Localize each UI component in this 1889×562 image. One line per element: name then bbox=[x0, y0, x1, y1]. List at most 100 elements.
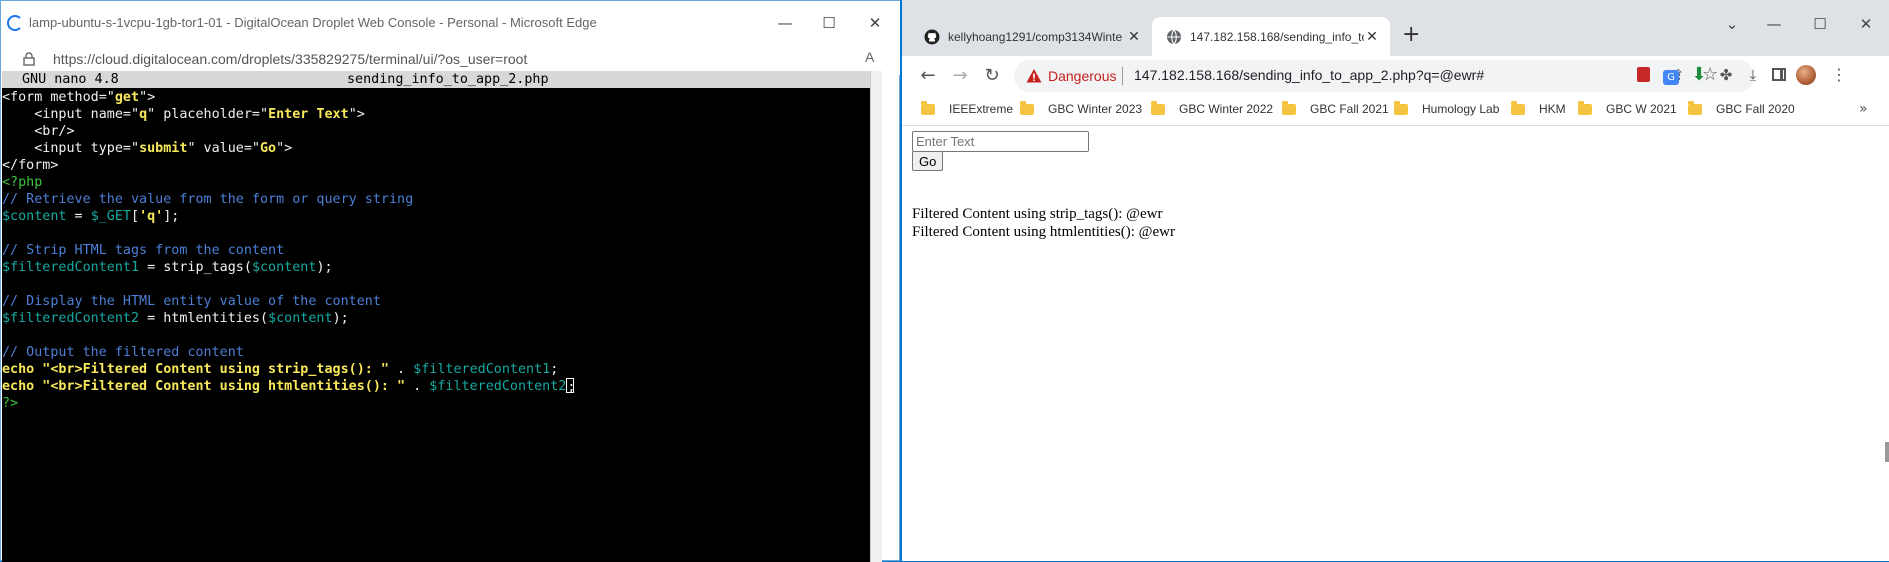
tab-strip: kellyhoang1291/comp3134Winte ✕ 147.182.1… bbox=[902, 0, 1889, 56]
code-token: $content bbox=[268, 311, 333, 326]
code-token: // Retrieve the value from the form or q… bbox=[2, 192, 414, 207]
close-button[interactable]: ✕ bbox=[863, 11, 887, 35]
bookmark-item[interactable]: Humology Lab bbox=[1394, 100, 1499, 116]
code-token: $filteredContent2 bbox=[2, 311, 140, 326]
code-token: $filteredContent1 bbox=[413, 362, 551, 377]
side-panel-icon[interactable] bbox=[1768, 64, 1790, 86]
extension-red-icon[interactable] bbox=[1632, 64, 1654, 86]
code-token: "> bbox=[139, 90, 156, 105]
loading-icon bbox=[7, 15, 23, 31]
minimize-button[interactable]: — bbox=[773, 11, 797, 35]
forward-button[interactable]: → bbox=[948, 64, 972, 88]
bookmark-item[interactable]: IEEExtreme bbox=[921, 100, 1013, 116]
minimize-button[interactable]: — bbox=[1762, 12, 1786, 36]
code-token: $content bbox=[2, 209, 67, 224]
avatar[interactable] bbox=[1795, 64, 1817, 86]
folder-icon bbox=[1511, 100, 1525, 115]
edge-url[interactable]: https://cloud.digitalocean.com/droplets/… bbox=[53, 51, 527, 67]
page-scrollbar[interactable] bbox=[1883, 127, 1889, 561]
tab-active[interactable]: 147.182.158.168/sending_info_to ✕ bbox=[1152, 17, 1390, 56]
code-token: . bbox=[405, 379, 430, 394]
bookmark-item[interactable]: HKM bbox=[1511, 100, 1566, 116]
search-input[interactable] bbox=[912, 131, 1089, 152]
code-token: "> bbox=[276, 141, 293, 156]
code-token: $filteredContent1 bbox=[2, 260, 140, 275]
back-button[interactable]: ← bbox=[916, 64, 940, 88]
bookmark-item[interactable]: GBC Fall 2020 bbox=[1688, 100, 1795, 116]
menu-icon[interactable]: ⋮ bbox=[1828, 64, 1850, 86]
code-line: // Output the filtered content bbox=[2, 344, 882, 361]
code-token: [ bbox=[131, 209, 140, 224]
bookmark-item[interactable]: GBC Winter 2023 bbox=[1020, 100, 1142, 116]
go-button[interactable]: Go bbox=[912, 151, 944, 171]
code-token: ]; bbox=[163, 209, 180, 224]
bookmarks-bar: IEEExtreme GBC Winter 2023 GBC Winter 20… bbox=[902, 96, 1889, 126]
code-token: 'q' bbox=[139, 209, 164, 224]
close-tab-icon[interactable]: ✕ bbox=[1126, 28, 1142, 45]
maximize-button[interactable]: ☐ bbox=[1808, 12, 1832, 36]
code-editor[interactable]: <form method="get"> <input name="q" plac… bbox=[2, 88, 882, 412]
downloads-icon[interactable]: ⤓ bbox=[1742, 64, 1764, 86]
chrome-url[interactable]: 147.182.158.168/sending_info_to_app_2.ph… bbox=[1134, 67, 1484, 83]
code-line: echo "<br>Filtered Content using htmlent… bbox=[2, 378, 882, 395]
omnibox-separator bbox=[1122, 67, 1123, 85]
close-button[interactable]: ✕ bbox=[1854, 12, 1878, 36]
output-strip-tags: Filtered Content using strip_tags(): @ew… bbox=[912, 206, 1163, 222]
code-line: $content = $_GET['q']; bbox=[2, 208, 882, 225]
terminal[interactable]: GNU nano 4.8 sending_info_to_app_2.php <… bbox=[2, 71, 882, 562]
folder-icon bbox=[1282, 100, 1296, 115]
output-htmlentities: Filtered Content using htmlentities(): @… bbox=[912, 224, 1175, 240]
code-line: <form method="get"> bbox=[2, 89, 882, 106]
code-line: ?> bbox=[2, 395, 882, 412]
new-tab-button[interactable]: + bbox=[1402, 22, 1420, 47]
code-token: q bbox=[139, 107, 148, 122]
nano-header: GNU nano 4.8 sending_info_to_app_2.php bbox=[2, 71, 882, 88]
extensions-puzzle-icon[interactable]: ✤ bbox=[1715, 64, 1737, 86]
reload-button[interactable]: ↻ bbox=[980, 64, 1004, 88]
terminal-scrollbar[interactable] bbox=[870, 71, 882, 562]
code-token: = strip_tags( bbox=[139, 260, 252, 275]
code-line: // Retrieve the value from the form or q… bbox=[2, 191, 882, 208]
code-line: // Strip HTML tags from the content bbox=[2, 242, 882, 259]
nano-filename: sending_info_to_app_2.php bbox=[347, 72, 549, 87]
warning-icon bbox=[1026, 69, 1042, 83]
code-token: ); bbox=[316, 260, 333, 275]
folder-icon bbox=[1578, 100, 1592, 115]
code-token: // Display the HTML entity value of the … bbox=[2, 294, 381, 309]
security-status[interactable]: Dangerous bbox=[1048, 68, 1117, 84]
output-text: Filtered Content using strip_tags(): @ew… bbox=[912, 205, 1175, 241]
code-token: get bbox=[114, 90, 140, 105]
bookmark-item[interactable]: GBC Winter 2022 bbox=[1151, 100, 1273, 116]
code-token: = bbox=[66, 209, 91, 224]
text-cursor: ; bbox=[566, 378, 576, 395]
tab-github[interactable]: kellyhoang1291/comp3134Winte ✕ bbox=[910, 17, 1152, 56]
folder-icon bbox=[1688, 100, 1702, 115]
code-token: <?php bbox=[2, 175, 43, 190]
lock-icon bbox=[23, 52, 35, 66]
edge-window: lamp-ubuntu-s-1vcpu-1gb-tor1-01 - Digita… bbox=[0, 0, 901, 562]
read-aloud-icon[interactable]: A bbox=[865, 49, 874, 65]
code-token: . bbox=[388, 362, 414, 377]
code-line: $filteredContent2 = htmlentities($conten… bbox=[2, 310, 882, 327]
nano-version: GNU nano 4.8 bbox=[22, 72, 119, 87]
bookmark-item[interactable]: GBC Fall 2021 bbox=[1282, 100, 1389, 116]
maximize-button[interactable]: ☐ bbox=[817, 11, 841, 35]
bookmarks-overflow-button[interactable]: » bbox=[1859, 101, 1868, 117]
code-token: $filteredContent2 bbox=[429, 379, 567, 394]
bookmark-item[interactable]: GBC W 2021 bbox=[1578, 100, 1677, 116]
translate-icon[interactable]: G bbox=[1660, 64, 1682, 86]
code-token: " value=" bbox=[187, 141, 260, 156]
code-line: $filteredContent1 = strip_tags($content)… bbox=[2, 259, 882, 276]
code-token: echo "<br>Filtered Content using htmlent… bbox=[2, 379, 406, 394]
code-token: // Output the filtered content bbox=[2, 345, 244, 360]
tab-search-icon[interactable]: ⌄ bbox=[1720, 12, 1744, 36]
download-green-icon[interactable]: ⬇ bbox=[1688, 64, 1710, 86]
code-token: " placeholder=" bbox=[147, 107, 269, 122]
tab-label: kellyhoang1291/comp3134Winte bbox=[948, 29, 1123, 44]
code-token: ; bbox=[550, 362, 559, 377]
scrollbar-thumb[interactable] bbox=[1885, 442, 1889, 462]
close-tab-icon[interactable]: ✕ bbox=[1364, 28, 1380, 45]
code-line: <input type="submit" value="Go"> bbox=[2, 140, 882, 157]
code-token: </form> bbox=[2, 158, 59, 173]
